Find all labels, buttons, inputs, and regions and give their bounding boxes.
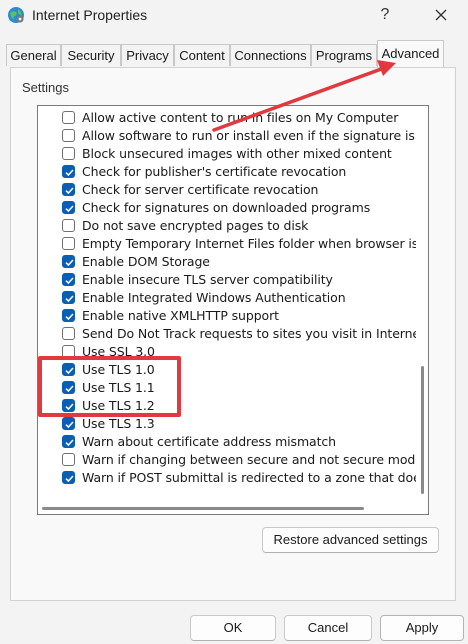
setting-checkbox[interactable]	[62, 471, 75, 484]
cancel-button[interactable]: Cancel	[284, 615, 372, 641]
setting-checkbox[interactable]	[62, 129, 75, 142]
setting-row[interactable]: Allow software to run or install even if…	[38, 127, 416, 145]
settings-group-label: Settings	[22, 80, 69, 95]
setting-row[interactable]: Block unsecured images with other mixed …	[38, 145, 416, 163]
setting-label: Enable native XMLHTTP support	[82, 308, 279, 323]
restore-advanced-settings-button[interactable]: Restore advanced settings	[262, 527, 439, 553]
setting-label: Enable insecure TLS server compatibility	[82, 272, 333, 287]
checkmark-icon	[65, 313, 74, 321]
close-icon	[435, 9, 447, 21]
setting-checkbox[interactable]	[62, 453, 75, 466]
setting-checkbox[interactable]	[62, 111, 75, 124]
setting-label: Send Do Not Track requests to sites you …	[82, 326, 416, 341]
globe-settings-icon	[7, 6, 25, 24]
setting-checkbox[interactable]	[62, 165, 75, 178]
setting-row[interactable]: Warn if changing between secure and not …	[38, 451, 416, 469]
setting-label: Enable Integrated Windows Authentication	[82, 290, 346, 305]
setting-row[interactable]: Enable insecure TLS server compatibility	[38, 271, 416, 289]
setting-checkbox[interactable]	[62, 273, 75, 286]
setting-label: Check for signatures on downloaded progr…	[82, 200, 371, 215]
setting-checkbox[interactable]	[62, 435, 75, 448]
ok-button[interactable]: OK	[190, 615, 276, 641]
title-bar: Internet Properties ?	[0, 0, 468, 32]
checkmark-icon	[65, 187, 74, 195]
setting-checkbox[interactable]	[62, 291, 75, 304]
setting-checkbox[interactable]	[62, 255, 75, 268]
horizontal-scroll-thumb[interactable]	[42, 507, 364, 510]
setting-checkbox[interactable]	[62, 201, 75, 214]
setting-checkbox[interactable]	[62, 327, 75, 340]
setting-label: Check for server certificate revocation	[82, 182, 319, 197]
setting-label: Use TLS 1.3	[82, 416, 155, 431]
checkmark-icon	[65, 439, 74, 447]
close-button[interactable]	[426, 2, 456, 28]
tab-general[interactable]: General	[6, 44, 61, 66]
setting-checkbox[interactable]	[62, 219, 75, 232]
setting-row[interactable]: Warn about certificate address mismatch	[38, 433, 416, 451]
setting-label: Do not save encrypted pages to disk	[82, 218, 309, 233]
tab-security[interactable]: Security	[61, 44, 121, 66]
setting-row[interactable]: Enable DOM Storage	[38, 253, 416, 271]
setting-checkbox[interactable]	[62, 237, 75, 250]
setting-label: Warn if changing between secure and not …	[82, 452, 416, 467]
checkmark-icon	[65, 295, 74, 303]
setting-label: Warn about certificate address mismatch	[82, 434, 336, 449]
setting-row[interactable]: Warn if POST submittal is redirected to …	[38, 469, 416, 487]
checkmark-icon	[65, 421, 74, 429]
checkmark-icon	[65, 169, 74, 177]
tls-highlight-box	[38, 356, 181, 417]
tab-advanced[interactable]: Advanced	[377, 40, 444, 67]
setting-row[interactable]: Enable Integrated Windows Authentication	[38, 289, 416, 307]
setting-checkbox[interactable]	[62, 417, 75, 430]
setting-checkbox[interactable]	[62, 183, 75, 196]
checkmark-icon	[65, 259, 74, 267]
setting-label: Empty Temporary Internet Files folder wh…	[82, 236, 416, 251]
setting-row[interactable]: Empty Temporary Internet Files folder wh…	[38, 235, 416, 253]
setting-row[interactable]: Check for server certificate revocation	[38, 181, 416, 199]
setting-row[interactable]: Allow active content to run in files on …	[38, 109, 416, 127]
setting-row[interactable]: Send Do Not Track requests to sites you …	[38, 325, 416, 343]
horizontal-scrollbar[interactable]	[38, 502, 428, 514]
vertical-scrollbar[interactable]	[417, 106, 428, 502]
setting-row[interactable]: Enable native XMLHTTP support	[38, 307, 416, 325]
setting-checkbox[interactable]	[62, 147, 75, 160]
setting-row[interactable]: Check for publisher's certificate revoca…	[38, 163, 416, 181]
help-button[interactable]: ?	[372, 2, 398, 28]
tab-connections[interactable]: Connections	[230, 44, 311, 66]
tab-programs[interactable]: Programs	[311, 44, 377, 66]
tab-privacy[interactable]: Privacy	[121, 44, 174, 66]
setting-row[interactable]: Use TLS 1.3	[38, 415, 416, 433]
setting-checkbox[interactable]	[62, 309, 75, 322]
setting-label: Allow software to run or install even if…	[82, 128, 416, 143]
setting-row[interactable]: Check for signatures on downloaded progr…	[38, 199, 416, 217]
checkmark-icon	[65, 205, 74, 213]
setting-label: Enable DOM Storage	[82, 254, 210, 269]
apply-button[interactable]: Apply	[380, 615, 464, 641]
setting-label: Block unsecured images with other mixed …	[82, 146, 392, 161]
setting-label: Allow active content to run in files on …	[82, 110, 399, 125]
vertical-scroll-thumb[interactable]	[421, 366, 424, 494]
settings-list[interactable]: Allow active content to run in files on …	[37, 105, 429, 515]
checkmark-icon	[65, 277, 74, 285]
window-title: Internet Properties	[32, 7, 148, 23]
tab-content[interactable]: Content	[174, 44, 230, 66]
checkmark-icon	[65, 475, 74, 483]
setting-row[interactable]: Do not save encrypted pages to disk	[38, 217, 416, 235]
setting-label: Check for publisher's certificate revoca…	[82, 164, 347, 179]
setting-label: Warn if POST submittal is redirected to …	[82, 470, 416, 485]
